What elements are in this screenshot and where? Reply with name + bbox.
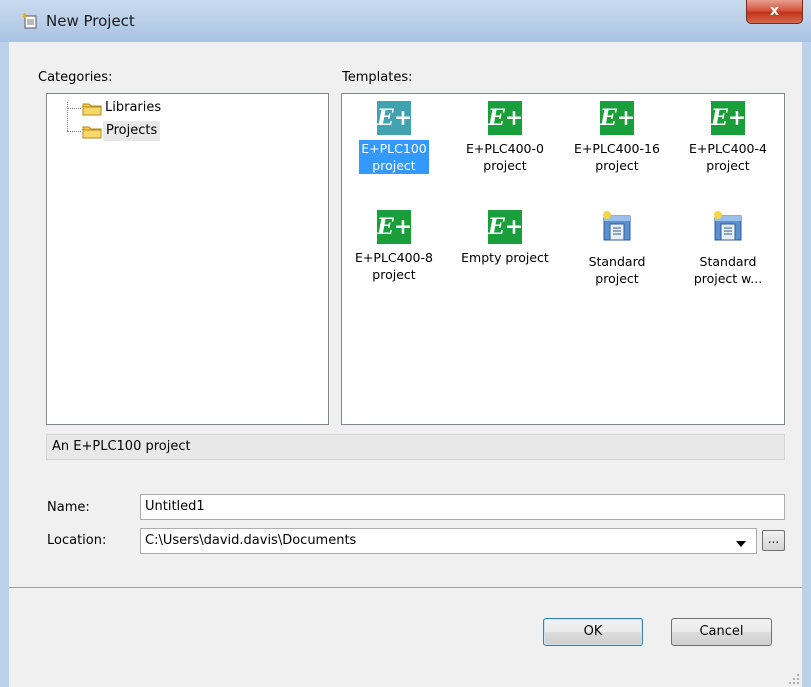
template-eplc400-4-project[interactable]: E+ E+PLC400-4 project [681,101,775,174]
eplus-icon: E+ [600,101,635,135]
template-label: E+PLC400-8 project [355,250,433,282]
title-bar: New Project x [0,0,811,43]
templates-list[interactable]: E+ E+PLC100 project E+ E+PLC400-0 project … [341,93,785,425]
folder-icon [82,103,102,116]
cancel-button[interactable]: Cancel [671,618,772,646]
close-button[interactable]: x [746,0,803,24]
browse-button[interactable]: ... [762,530,785,551]
standard-project-icon [603,211,631,241]
template-label: Standard project [588,254,646,286]
eplus-icon: E+ [377,101,412,135]
name-input[interactable]: Untitled1 [140,494,785,520]
eplus-icon: E+ [488,210,523,244]
category-item-libraries[interactable]: Libraries [105,98,161,118]
template-label: Standard project w... [693,254,763,286]
new-project-icon [22,13,37,29]
template-label: E+PLC400-0 project [466,141,544,173]
window-title: New Project [46,12,135,30]
template-eplc400-16-project[interactable]: E+ E+PLC400-16 project [570,101,664,174]
tree-connector [67,102,68,131]
template-standard-project-w[interactable]: Standard project w... [681,210,775,287]
window-frame-left [0,42,9,687]
template-label: E+PLC100 project [359,140,429,174]
divider [9,587,802,588]
eplus-icon: E+ [377,210,412,244]
categories-label: Categories: [38,70,113,85]
template-eplc400-8-project[interactable]: E+ E+PLC400-8 project [347,210,441,283]
eplus-icon: E+ [711,101,746,135]
eplus-icon: E+ [488,101,523,135]
location-combobox[interactable]: C:\Users\david.davis\Documents [140,528,757,554]
folder-icon [82,126,102,139]
templates-label: Templates: [342,70,413,85]
chevron-down-icon[interactable] [736,541,746,547]
categories-tree[interactable]: Libraries Projects [46,93,329,425]
template-label: E+PLC400-16 project [574,141,660,173]
template-eplc400-0-project[interactable]: E+ E+PLC400-0 project [458,101,552,174]
dialog-body: Categories: Libraries Projects Templates… [9,42,802,687]
tree-connector [67,108,81,109]
tree-connector [67,131,81,132]
template-eplc100-project[interactable]: E+ E+PLC100 project [347,101,441,174]
template-description: An E+PLC100 project [46,434,785,460]
window-frame-right [802,42,811,687]
standard-project-icon [714,211,742,241]
category-item-projects[interactable]: Projects [103,121,161,141]
ok-button[interactable]: OK [543,618,643,646]
template-empty-project[interactable]: E+ Empty project [458,210,552,266]
resize-grip-icon[interactable] [788,673,800,685]
template-label: E+PLC400-4 project [689,141,767,173]
location-label: Location: [47,533,107,548]
name-label: Name: [47,500,90,515]
template-standard-project[interactable]: Standard project [570,210,664,287]
template-label: Empty project [461,250,549,265]
